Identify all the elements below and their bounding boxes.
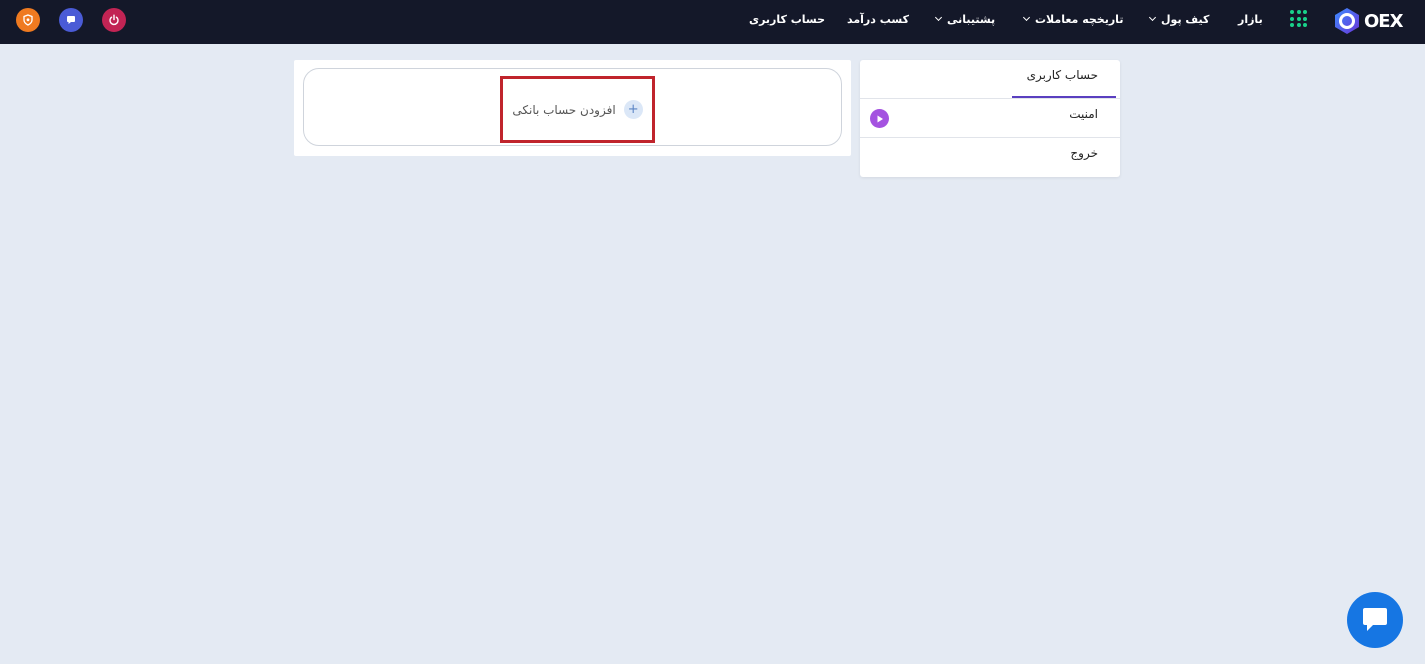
bank-accounts-panel: + افزودن حساب بانکی [294,60,851,156]
chat-bubble-icon [1363,608,1387,631]
active-tab-underline [1012,96,1116,98]
nav-earn[interactable]: کسب درآمد [847,11,909,27]
sidebar-item-label: امنیت [1069,107,1098,121]
nav-market[interactable]: بازار [1238,11,1263,27]
support-chat-button[interactable] [1347,592,1403,648]
chevron-down-icon [1148,13,1157,22]
top-navbar: OEX بازار کیف پول تاریخچه معاملات پشتیبا… [0,0,1425,44]
plus-icon: + [623,100,643,119]
brand-logo[interactable]: OEX [1333,5,1409,37]
nav-wallet[interactable]: کیف پول [1148,11,1209,27]
add-bank-account-label: افزودن حساب بانکی [512,102,616,117]
badge-button[interactable] [16,8,40,32]
play-icon [870,109,889,128]
chevron-down-icon [934,13,943,22]
sidebar-header-label: حساب کاربری [1026,68,1098,82]
sidebar-item-label: خروج [1070,146,1098,160]
nav-support[interactable]: پشتیبانی [934,11,995,27]
chat-button[interactable] [59,8,83,32]
account-sidebar: حساب کاربری امنیت خروج [860,60,1120,177]
nav-trade-history[interactable]: تاریخچه معاملات [1022,11,1123,27]
logo-text: OEX [1364,10,1403,32]
power-icon [109,14,119,26]
sidebar-item-logout[interactable]: خروج [860,138,1120,177]
chevron-down-icon [1022,13,1031,22]
bank-accounts-box: + افزودن حساب بانکی [303,68,842,146]
apps-grid-icon[interactable] [1290,10,1307,27]
chat-icon [67,16,75,24]
sidebar-header[interactable]: حساب کاربری [860,60,1120,99]
nav-account[interactable]: حساب کاربری [749,11,825,27]
power-button[interactable] [102,8,126,32]
shield-icon [23,14,33,26]
sidebar-item-security[interactable]: امنیت [860,99,1120,138]
logo-hexagon-icon [1333,7,1361,35]
add-bank-account-button[interactable]: + افزودن حساب بانکی [500,76,655,143]
